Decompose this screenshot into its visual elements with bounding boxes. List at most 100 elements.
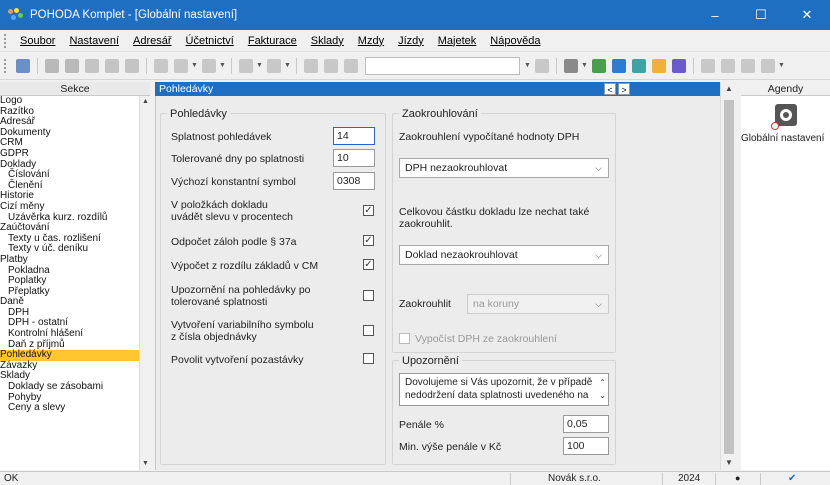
sidebar-item[interactable]: GDPR: [0, 148, 139, 160]
sections-scrollbar[interactable]: ▲ ▼: [139, 96, 150, 470]
variable-symbol-checkbox[interactable]: [363, 325, 374, 336]
table-icon[interactable]: [202, 58, 216, 73]
gear-icon[interactable]: [771, 104, 797, 130]
filter-icon[interactable]: [304, 58, 318, 73]
menu-bar: Soubor Nastavení Adresář Účetnictví Fakt…: [0, 30, 830, 52]
warning-text-area[interactable]: Dovolujeme si Vás upozornit, že v případ…: [399, 373, 609, 406]
difference-calc-checkbox[interactable]: ✓: [363, 259, 374, 270]
toolbar-grip[interactable]: [4, 58, 7, 73]
sections-tree: Logo Razítko Adresář Dokumenty CRM GDPR Doklad…: [0, 96, 139, 470]
toolbar-separator: [146, 57, 147, 74]
scroll-up-icon[interactable]: ⌃: [599, 376, 606, 389]
menu-majetek[interactable]: Majetek: [431, 35, 484, 47]
scroll-down-icon[interactable]: ▼: [721, 456, 737, 470]
menu-mzdy[interactable]: Mzdy: [351, 35, 391, 47]
toolbar-separator: [37, 57, 38, 74]
advance-deduction-checkbox[interactable]: ✓: [363, 235, 374, 246]
menu-nastaveni[interactable]: Nastavení: [62, 35, 126, 47]
receivables-group-title: Pohledávky: [167, 108, 230, 120]
column-icon[interactable]: [324, 58, 338, 73]
min-penalty-input[interactable]: 100: [563, 437, 609, 455]
print-preview-icon[interactable]: [65, 58, 79, 73]
constant-symbol-label: Výchozí konstantní symbol: [171, 176, 296, 188]
window-icon[interactable]: [701, 58, 715, 73]
overdue-warning-checkbox[interactable]: [363, 290, 374, 301]
scroll-up-icon[interactable]: ▲: [140, 96, 151, 108]
warning-group-title: Upozornění: [399, 355, 462, 367]
menu-adresar[interactable]: Adresář: [126, 35, 179, 47]
vat-from-rounding-checkbox[interactable]: [399, 333, 410, 344]
checkmark-icon[interactable]: ✔: [788, 472, 796, 485]
tolerance-input[interactable]: 10: [333, 149, 375, 167]
select-icon[interactable]: [344, 58, 358, 73]
scrollbar-thumb[interactable]: [724, 100, 734, 454]
content-header: Pohledávky: [155, 82, 720, 96]
menu-jizdy[interactable]: Jízdy: [391, 35, 431, 47]
sort-icon[interactable]: [535, 58, 549, 73]
help-icon[interactable]: [761, 58, 775, 73]
vat-from-rounding-label: Vypočíst DPH ze zaokrouhlení: [415, 333, 558, 345]
chevron-down-icon[interactable]: ▼: [219, 59, 227, 73]
menu-soubor[interactable]: Soubor: [13, 35, 62, 47]
sidebar-item[interactable]: Ceny a slevy: [0, 403, 139, 414]
overdue-warning-label: Upozornění na pohledávky po: [171, 284, 311, 296]
chevron-down-icon[interactable]: ▼: [191, 59, 199, 73]
penalty-percent-input[interactable]: 0,05: [563, 415, 609, 433]
constant-symbol-input[interactable]: 0308: [333, 172, 375, 190]
content-scrollbar[interactable]: ▲ ▼: [720, 82, 736, 470]
print-icon[interactable]: [45, 58, 59, 73]
status-separator: [760, 473, 761, 485]
zoom-icon[interactable]: [85, 58, 99, 73]
sidebar-item[interactable]: Logo: [0, 96, 139, 107]
chevron-down-icon[interactable]: ▼: [284, 59, 292, 73]
new-record-icon[interactable]: [16, 58, 30, 73]
document-icon[interactable]: [612, 58, 626, 73]
copy-icon[interactable]: [154, 58, 168, 73]
quick-search-input[interactable]: [365, 56, 520, 75]
menu-sklady[interactable]: Sklady: [304, 35, 351, 47]
close-button[interactable]: ✕: [784, 0, 830, 30]
excel-icon[interactable]: [592, 58, 606, 73]
vat-rounding-select[interactable]: DPH nezaokrouhlovat ⌵: [399, 158, 609, 178]
agenda-global-settings[interactable]: Globální nastavení: [741, 133, 824, 144]
chevron-down-icon[interactable]: ▼: [778, 59, 786, 73]
sidebar-item[interactable]: Cizí měny: [0, 201, 139, 213]
vat-rounding-label: Zaokrouhlení vypočítané hodnoty DPH: [399, 131, 580, 143]
print-setup-icon[interactable]: [125, 58, 139, 73]
menu-grip[interactable]: [4, 33, 7, 48]
status-bar: OK Novák s.r.o. 2024 ● ✔: [0, 471, 830, 485]
list-icon[interactable]: [741, 58, 755, 73]
chevron-down-icon[interactable]: ▼: [581, 59, 589, 73]
record-icon[interactable]: [564, 58, 578, 73]
overdue-warning-label-2: tolerované splatnosti: [171, 296, 268, 308]
maximize-button[interactable]: ☐: [738, 0, 784, 30]
maturity-input[interactable]: 14: [333, 127, 375, 145]
next-arrow-icon[interactable]: >: [618, 83, 630, 95]
total-rounding-label-2: zaokrouhlit.: [399, 218, 453, 230]
minimize-button[interactable]: –: [692, 0, 738, 30]
edit-icon[interactable]: [174, 58, 188, 73]
calc-icon[interactable]: [632, 58, 646, 73]
export-icon[interactable]: [105, 58, 119, 73]
layout-icon[interactable]: [721, 58, 735, 73]
chevron-down-icon[interactable]: ▼: [524, 59, 532, 73]
scroll-down-icon[interactable]: ⌄: [599, 389, 606, 402]
retention-checkbox[interactable]: [363, 353, 374, 364]
menu-ucetnictvi[interactable]: Účetnictví: [179, 35, 241, 47]
round-to-select[interactable]: na koruny ⌵: [467, 294, 609, 314]
menu-fakturace[interactable]: Fakturace: [241, 35, 304, 47]
status-icon[interactable]: ●: [735, 472, 740, 485]
discount-percent-checkbox[interactable]: ✓: [363, 205, 374, 216]
iban-icon[interactable]: [672, 58, 686, 73]
chevron-down-icon[interactable]: ▼: [256, 59, 264, 73]
users-icon[interactable]: [652, 58, 666, 73]
total-rounding-label: Celkovou částku dokladu lze nechat také: [399, 206, 590, 218]
menu-napoveda[interactable]: Nápověda: [483, 35, 547, 47]
document-rounding-select[interactable]: Doklad nezaokrouhlovat ⌵: [399, 245, 609, 265]
scroll-down-icon[interactable]: ▼: [140, 458, 151, 470]
sidebar-item[interactable]: Platby: [0, 254, 139, 266]
scroll-up-icon[interactable]: ▲: [721, 82, 737, 96]
forward-arrow-icon[interactable]: [267, 58, 281, 73]
prev-arrow-icon[interactable]: <: [604, 83, 616, 95]
back-arrow-icon[interactable]: [239, 58, 253, 73]
